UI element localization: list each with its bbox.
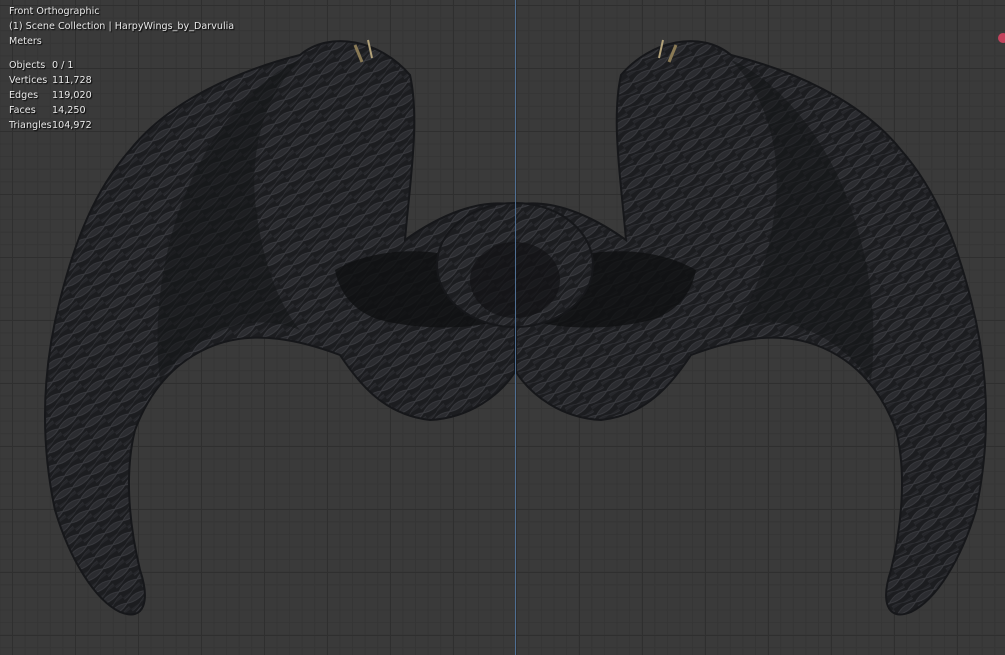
stat-label: Faces [9, 105, 36, 116]
units-label: Meters [9, 36, 42, 47]
view-name: Front Orthographic [9, 6, 100, 17]
stat-row-faces: Faces 14,250 [9, 103, 234, 118]
stat-row-objects: Objects 0 / 1 [9, 58, 234, 73]
stat-label: Triangles [9, 120, 52, 131]
stat-value: 104,972 [52, 120, 92, 131]
viewport-text-overlay: Front Orthographic (1) Scene Collection … [9, 4, 234, 133]
scene-statistics: Objects 0 / 1 Vertices 111,728 Edges 119… [9, 58, 234, 133]
collection-name: (1) Scene Collection | HarpyWings_by_Dar… [9, 21, 235, 32]
z-axis-line [515, 0, 516, 655]
stat-value: 0 / 1 [52, 60, 74, 71]
stat-value: 111,728 [52, 75, 92, 86]
stat-label: Edges [9, 90, 39, 101]
stat-label: Objects [9, 60, 46, 71]
stat-label: Vertices [9, 75, 48, 86]
stat-row-vertices: Vertices 111,728 [9, 73, 234, 88]
stat-row-triangles: Triangles 104,972 [9, 118, 234, 133]
3d-viewport[interactable]: Front Orthographic (1) Scene Collection … [0, 0, 1005, 655]
right-wing [515, 39, 987, 616]
stat-value: 14,250 [52, 105, 86, 116]
stat-row-edges: Edges 119,020 [9, 88, 234, 103]
navigation-gizmo-x-axis-icon[interactable] [998, 33, 1005, 43]
stat-value: 119,020 [52, 90, 92, 101]
